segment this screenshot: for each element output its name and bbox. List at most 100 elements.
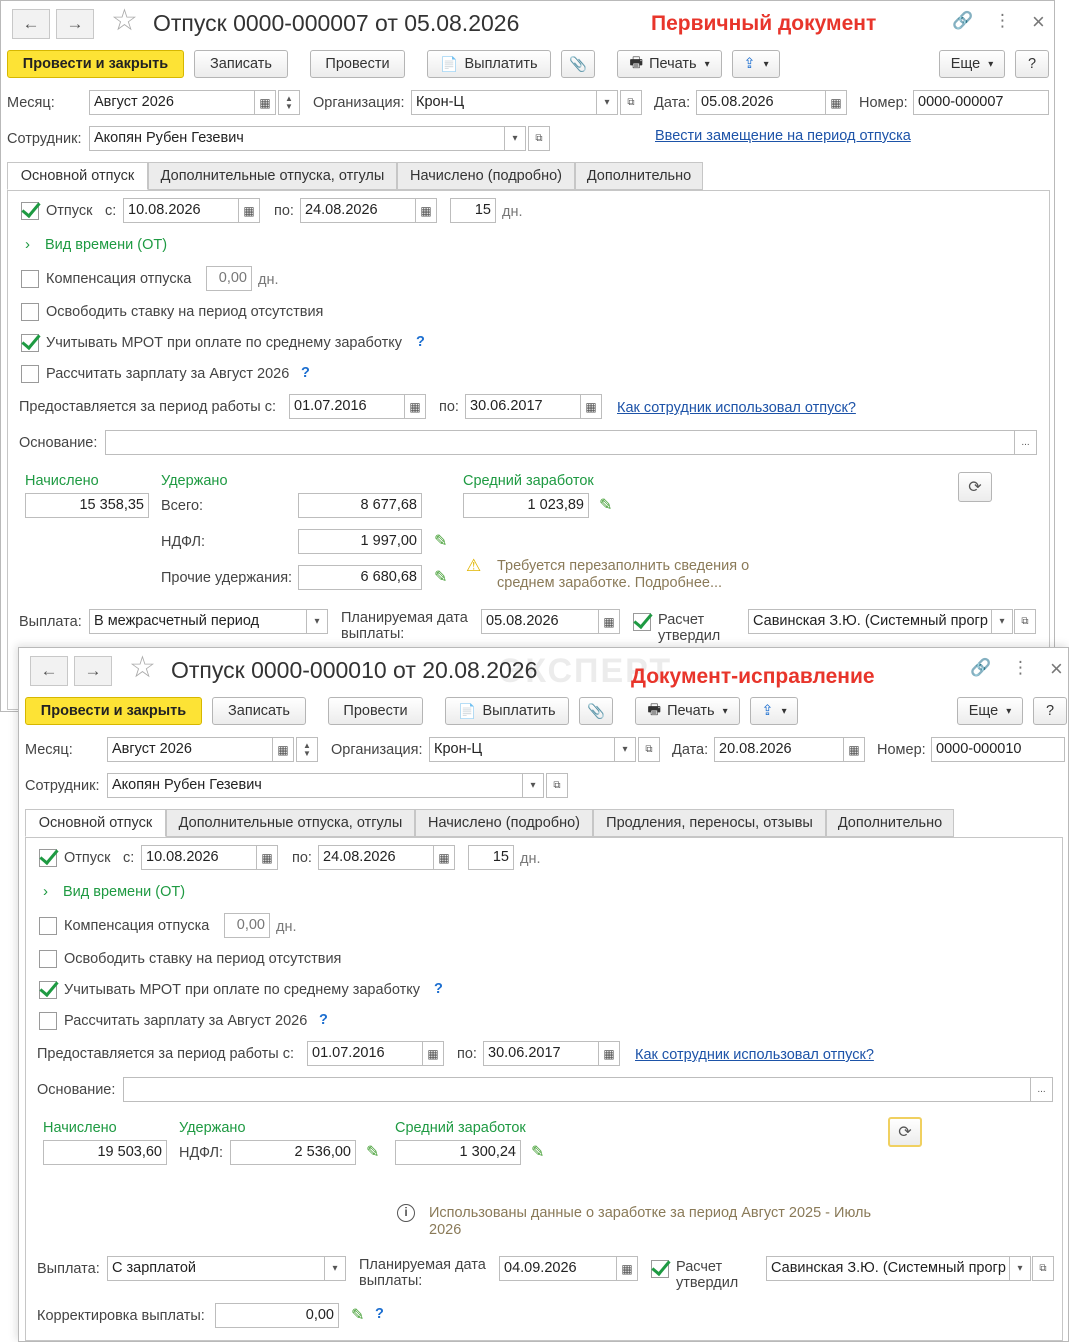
pencil-icon[interactable]: ✎: [531, 1142, 544, 1162]
compensation-checkbox[interactable]: [39, 917, 57, 935]
employee-dropdown-icon[interactable]: ▾: [504, 126, 526, 151]
employee-dropdown-icon[interactable]: ▾: [522, 773, 544, 798]
link-icon[interactable]: 🔗: [970, 658, 991, 678]
time-kind-toggle[interactable]: Вид времени (ОТ): [45, 237, 167, 253]
payment-dropdown-icon[interactable]: ▾: [324, 1256, 346, 1281]
help-question-icon[interactable]: ?: [301, 365, 310, 381]
planned-date-field[interactable]: 05.08.2026: [481, 609, 599, 634]
calendar-icon[interactable]: ▦: [580, 394, 602, 419]
more-button[interactable]: Еще ▾: [939, 50, 1005, 78]
favorite-star-icon[interactable]: ☆: [111, 3, 138, 38]
time-kind-toggle[interactable]: Вид времени (ОТ): [63, 884, 185, 900]
basis-field[interactable]: [105, 430, 1015, 455]
calendar-icon[interactable]: ▦: [415, 198, 437, 223]
back-button[interactable]: ←: [30, 656, 68, 686]
print-button[interactable]: 🖶 Печать ▾: [617, 50, 722, 78]
period-from-field[interactable]: 01.07.2016: [289, 394, 405, 419]
employee-open-icon[interactable]: ⧉: [546, 773, 568, 798]
help-question-icon[interactable]: ?: [319, 1012, 328, 1028]
payment-field[interactable]: В межрасчетный период: [89, 609, 307, 634]
date-field[interactable]: 20.08.2026: [714, 737, 844, 762]
period-from-field[interactable]: 01.07.2016: [307, 1041, 423, 1066]
how-used-link[interactable]: Как сотрудник использовал отпуск?: [635, 1047, 874, 1063]
vacation-days-field[interactable]: 15: [468, 845, 514, 870]
warning-text[interactable]: Требуется перезаполнить сведения о средн…: [497, 558, 757, 592]
help-button[interactable]: ?: [1015, 50, 1049, 78]
org-field[interactable]: Крон-Ц: [429, 737, 615, 762]
calc-salary-checkbox[interactable]: [39, 1012, 57, 1030]
planned-date-field[interactable]: 04.09.2026: [499, 1256, 617, 1281]
more-actions-icon[interactable]: ⋮: [994, 11, 1011, 31]
vacation-to-field[interactable]: 24.08.2026: [300, 198, 416, 223]
vacation-from-field[interactable]: 10.08.2026: [141, 845, 257, 870]
vacation-checkbox[interactable]: [39, 849, 57, 867]
help-question-icon[interactable]: ?: [375, 1306, 384, 1322]
attach-button[interactable]: 📎: [579, 697, 613, 725]
calendar-icon[interactable]: ▦: [433, 845, 455, 870]
calendar-icon[interactable]: ▦: [256, 845, 278, 870]
mrot-checkbox[interactable]: [39, 981, 57, 999]
withheld-total-field[interactable]: 8 677,68: [298, 493, 422, 518]
mrot-checkbox[interactable]: [21, 334, 39, 352]
post-button[interactable]: Провести: [328, 697, 423, 725]
close-icon[interactable]: ×: [1032, 9, 1045, 35]
pay-button[interactable]: 📄 Выплатить: [427, 50, 551, 78]
number-field[interactable]: 0000-000010: [931, 737, 1065, 762]
calendar-icon[interactable]: ▦: [825, 90, 847, 115]
org-dropdown-icon[interactable]: ▾: [614, 737, 636, 762]
chevron-right-icon[interactable]: ›: [43, 883, 48, 900]
compensation-days-field[interactable]: 0,00: [224, 913, 270, 938]
pencil-icon[interactable]: ✎: [434, 567, 447, 587]
employee-open-icon[interactable]: ⧉: [528, 126, 550, 151]
ndfl-field[interactable]: 1 997,00: [298, 529, 422, 554]
pencil-icon[interactable]: ✎: [599, 495, 612, 515]
vacation-checkbox[interactable]: [21, 202, 39, 220]
link-icon[interactable]: 🔗: [952, 11, 973, 31]
approver-dropdown-icon[interactable]: ▾: [991, 609, 1013, 634]
help-question-icon[interactable]: ?: [416, 334, 425, 350]
tab-accrued-detailed[interactable]: Начислено (подробно): [397, 162, 575, 190]
approver-dropdown-icon[interactable]: ▾: [1009, 1256, 1031, 1281]
tab-extensions-transfers[interactable]: Продления, переносы, отзывы: [593, 809, 826, 837]
print-button[interactable]: 🖶 Печать ▾: [635, 697, 740, 725]
calendar-icon[interactable]: ▦: [254, 90, 276, 115]
org-open-icon[interactable]: ⧉: [620, 90, 642, 115]
approved-checkbox[interactable]: [633, 613, 651, 631]
more-button[interactable]: Еще ▾: [957, 697, 1023, 725]
accrued-field[interactable]: 19 503,60: [43, 1140, 167, 1165]
post-button[interactable]: Провести: [310, 50, 405, 78]
month-spinner[interactable]: ▲ ▼: [278, 90, 300, 115]
approver-open-icon[interactable]: ⧉: [1032, 1256, 1054, 1281]
month-spinner[interactable]: ▲ ▼: [296, 737, 318, 762]
refresh-button[interactable]: ⟳: [888, 1117, 922, 1147]
calendar-icon[interactable]: ▦: [238, 198, 260, 223]
favorite-star-icon[interactable]: ☆: [129, 650, 156, 685]
accrued-field[interactable]: 15 358,35: [25, 493, 149, 518]
release-rate-checkbox[interactable]: [39, 950, 57, 968]
tab-main-vacation[interactable]: Основной отпуск: [25, 809, 166, 837]
close-icon[interactable]: ×: [1050, 656, 1063, 682]
org-field[interactable]: Крон-Ц: [411, 90, 597, 115]
approver-field[interactable]: Савинская З.Ю. (Системный прогр: [748, 609, 992, 634]
tab-additional-vacations[interactable]: Дополнительные отпуска, отгулы: [166, 809, 415, 837]
month-field[interactable]: Август 2026: [107, 737, 273, 762]
help-button[interactable]: ?: [1033, 697, 1067, 725]
correction-field[interactable]: 0,00: [215, 1303, 339, 1328]
avg-earnings-field[interactable]: 1 023,89: [463, 493, 589, 518]
calendar-icon[interactable]: ▦: [598, 1041, 620, 1066]
calendar-icon[interactable]: ▦: [598, 609, 620, 634]
payment-field[interactable]: С зарплатой: [107, 1256, 325, 1281]
avg-earnings-field[interactable]: 1 300,24: [395, 1140, 521, 1165]
back-button[interactable]: ←: [12, 9, 50, 39]
create-based-on-button[interactable]: ⇪ ▾: [732, 50, 780, 78]
vacation-days-field[interactable]: 15: [450, 198, 496, 223]
tab-additional-vacations[interactable]: Дополнительные отпуска, отгулы: [148, 162, 397, 190]
calendar-icon[interactable]: ▦: [616, 1256, 638, 1281]
date-field[interactable]: 05.08.2026: [696, 90, 826, 115]
post-and-close-button[interactable]: Провести и закрыть: [25, 697, 202, 725]
save-button[interactable]: Записать: [212, 697, 306, 725]
post-and-close-button[interactable]: Провести и закрыть: [7, 50, 184, 78]
basis-select-button[interactable]: ...: [1014, 430, 1037, 455]
help-question-icon[interactable]: ?: [434, 981, 443, 997]
employee-field[interactable]: Акопян Рубен Гезевич: [89, 126, 505, 151]
